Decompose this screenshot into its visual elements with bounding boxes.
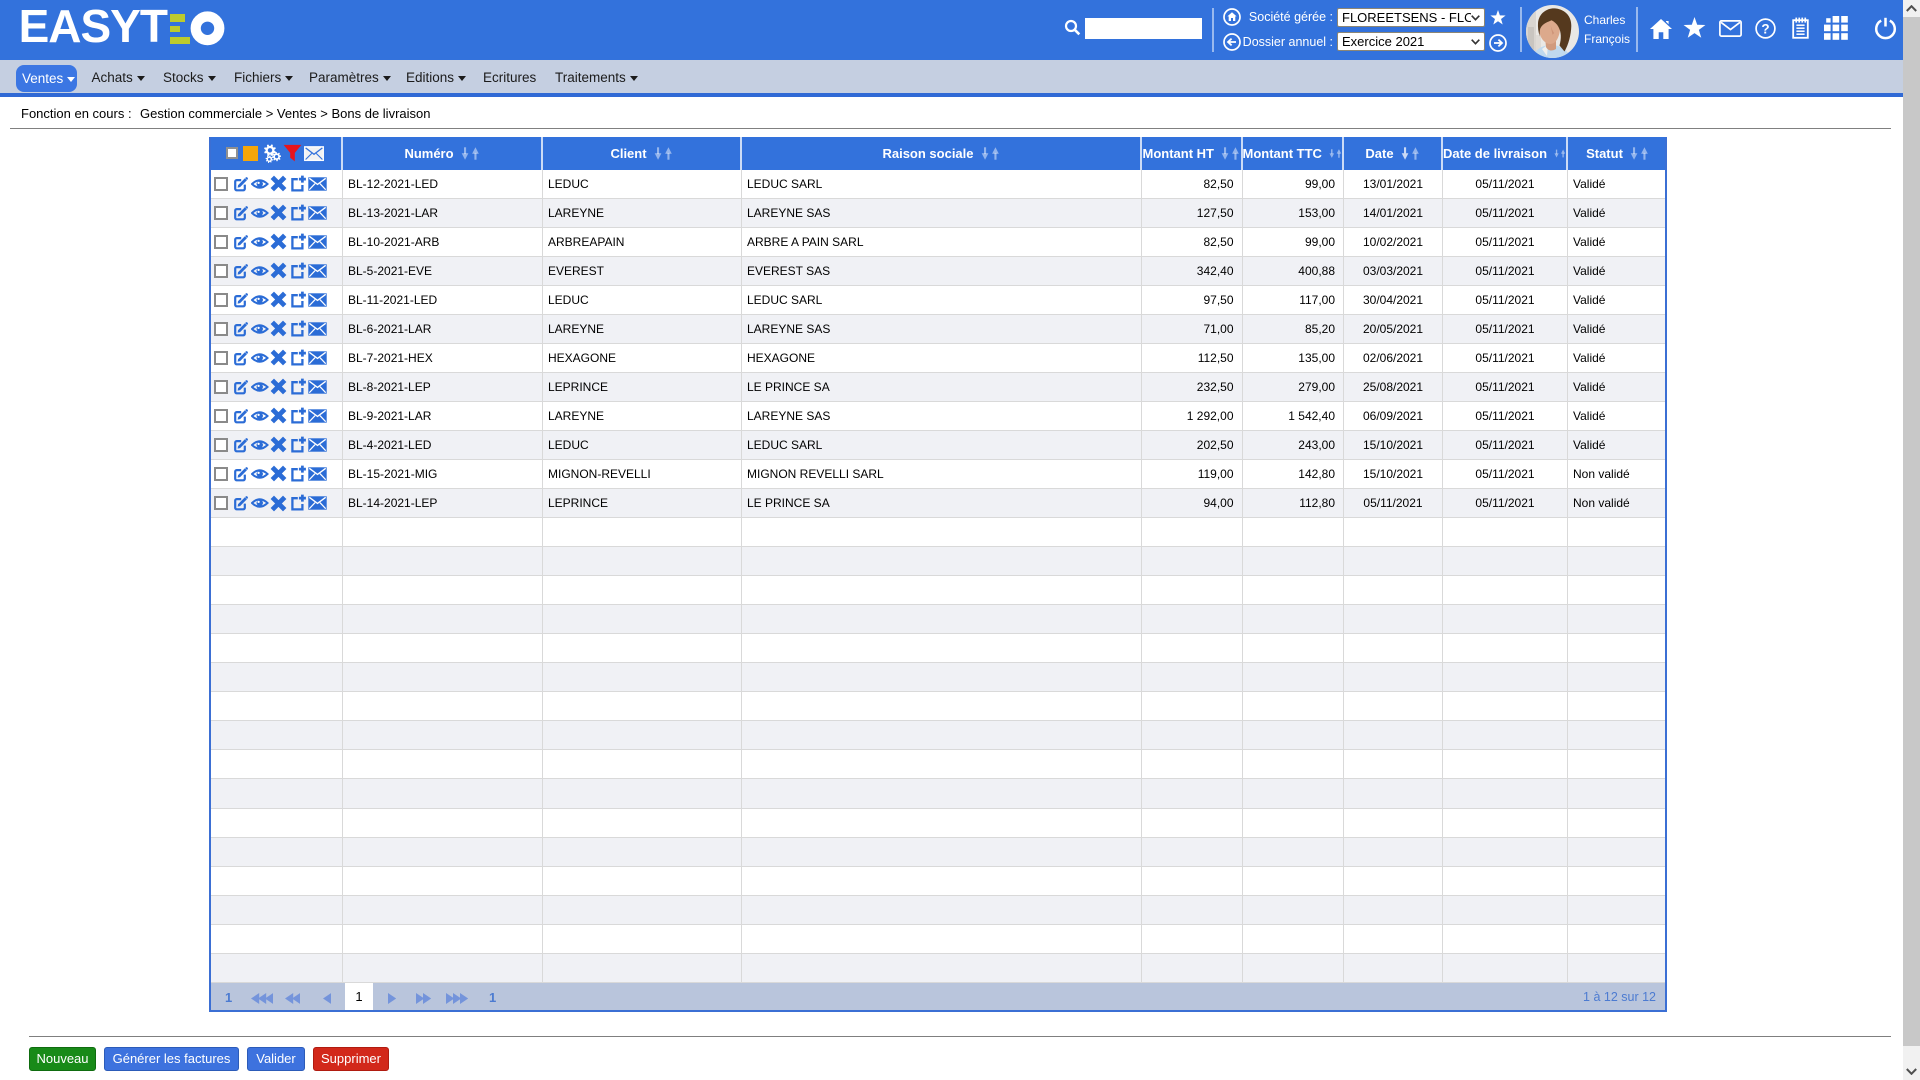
svg-text:?: ? xyxy=(1761,21,1769,36)
